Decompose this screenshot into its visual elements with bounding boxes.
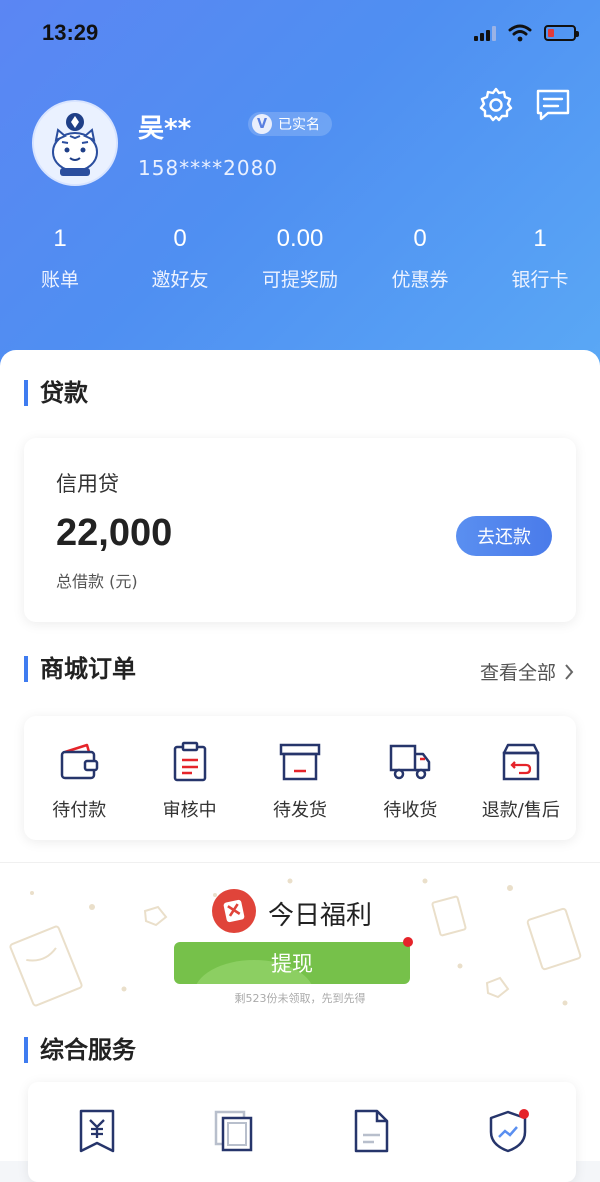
daily-welfare-banner: 今日福利 提现 剩523份未领取，先到先得	[0, 862, 600, 1013]
receipt-yuan-icon	[79, 1109, 114, 1153]
stat-bills[interactable]: 1 账单	[0, 225, 120, 292]
stat-rewards[interactable]: 0.00 可提奖励	[240, 225, 360, 292]
service-shield[interactable]	[439, 1082, 576, 1182]
stat-label: 账单	[40, 269, 79, 291]
stat-invite-friends[interactable]: 0 邀好友	[120, 225, 240, 292]
order-pending-receipt[interactable]: 待收货	[355, 716, 465, 840]
avatar[interactable]	[32, 100, 118, 186]
loan-card[interactable]: 信用贷 22,000 总借款 (元) 去还款	[24, 438, 576, 622]
tiger-mascot-icon	[34, 102, 116, 184]
gear-icon[interactable]	[477, 86, 515, 124]
truck-icon	[390, 744, 431, 780]
welfare-note: 剩523份未领取，先到先得	[234, 992, 366, 1005]
stat-value: 0	[413, 225, 427, 252]
order-label: 待付款	[52, 800, 107, 821]
view-all-link[interactable]: 查看全部	[480, 658, 574, 685]
services-card	[28, 1082, 576, 1182]
stat-bank-cards[interactable]: 1 银行卡	[480, 225, 600, 292]
box-icon	[279, 743, 321, 781]
message-icon[interactable]	[534, 86, 572, 124]
stat-label: 邀好友	[151, 269, 209, 291]
stat-value: 1	[53, 225, 67, 252]
profile-header: 13:29 吴** V 已实名 158****2080 1 账单 0 邀好友 0…	[0, 0, 600, 372]
order-refund-aftersales[interactable]: 退款/售后	[466, 716, 576, 840]
clipboard-icon	[173, 741, 206, 782]
return-box-icon	[502, 743, 540, 781]
phone-number: 158****2080	[138, 156, 279, 180]
order-label: 审核中	[162, 800, 217, 821]
section-title-services: 综合服务	[24, 1037, 136, 1063]
welfare-title: 今日福利	[268, 901, 373, 931]
stat-value: 1	[533, 225, 547, 252]
verified-badge: V 已实名	[248, 112, 332, 136]
wallet-icon	[60, 743, 99, 780]
loan-product-name: 信用贷	[56, 472, 119, 496]
orders-card: 待付款 审核中 待发货 待收货 退款/售后	[24, 716, 576, 840]
stat-coupons[interactable]: 0 优惠券	[360, 225, 480, 292]
loan-amount: 22,000	[56, 512, 173, 554]
withdraw-label: 提现	[271, 952, 313, 976]
order-pending-payment[interactable]: 待付款	[24, 716, 134, 840]
order-under-review[interactable]: 审核中	[134, 716, 244, 840]
service-receipt[interactable]	[28, 1082, 165, 1182]
user-name: 吴**	[138, 114, 192, 144]
notification-dot	[403, 937, 413, 947]
status-time: 13:29	[42, 20, 99, 45]
stat-value: 0.00	[276, 225, 324, 252]
withdraw-button[interactable]: 提现	[174, 942, 410, 984]
repay-button[interactable]: 去还款	[456, 516, 552, 556]
stat-label: 可提奖励	[261, 269, 338, 291]
view-all-label: 查看全部	[479, 662, 556, 684]
status-indicators	[474, 24, 579, 42]
order-label: 退款/售后	[481, 800, 560, 821]
document-icon	[354, 1109, 388, 1153]
verified-label: 已实名	[278, 117, 320, 133]
wifi-icon	[508, 24, 532, 42]
section-title-orders: 商城订单	[24, 656, 136, 682]
service-copy[interactable]	[165, 1082, 302, 1182]
stat-label: 银行卡	[511, 269, 569, 291]
order-label: 待收货	[383, 800, 438, 821]
stat-value: 0	[173, 225, 187, 252]
stat-label: 优惠券	[391, 269, 449, 291]
copy-layers-icon	[214, 1110, 252, 1152]
order-pending-shipment[interactable]: 待发货	[245, 716, 355, 840]
stats-row: 1 账单 0 邀好友 0.00 可提奖励 0 优惠券 1 银行卡	[0, 225, 600, 292]
cellular-signal-icon	[474, 25, 496, 41]
chevron-right-icon	[565, 663, 574, 680]
verified-v-icon: V	[252, 114, 272, 134]
section-title-loan: 贷款	[24, 380, 88, 406]
loan-amount-label: 总借款 (元)	[56, 572, 138, 591]
shield-chart-icon	[489, 1109, 529, 1153]
battery-icon	[544, 25, 579, 41]
service-document[interactable]	[302, 1082, 439, 1182]
order-label: 待发货	[273, 800, 328, 821]
welfare-logo-icon	[212, 889, 256, 933]
